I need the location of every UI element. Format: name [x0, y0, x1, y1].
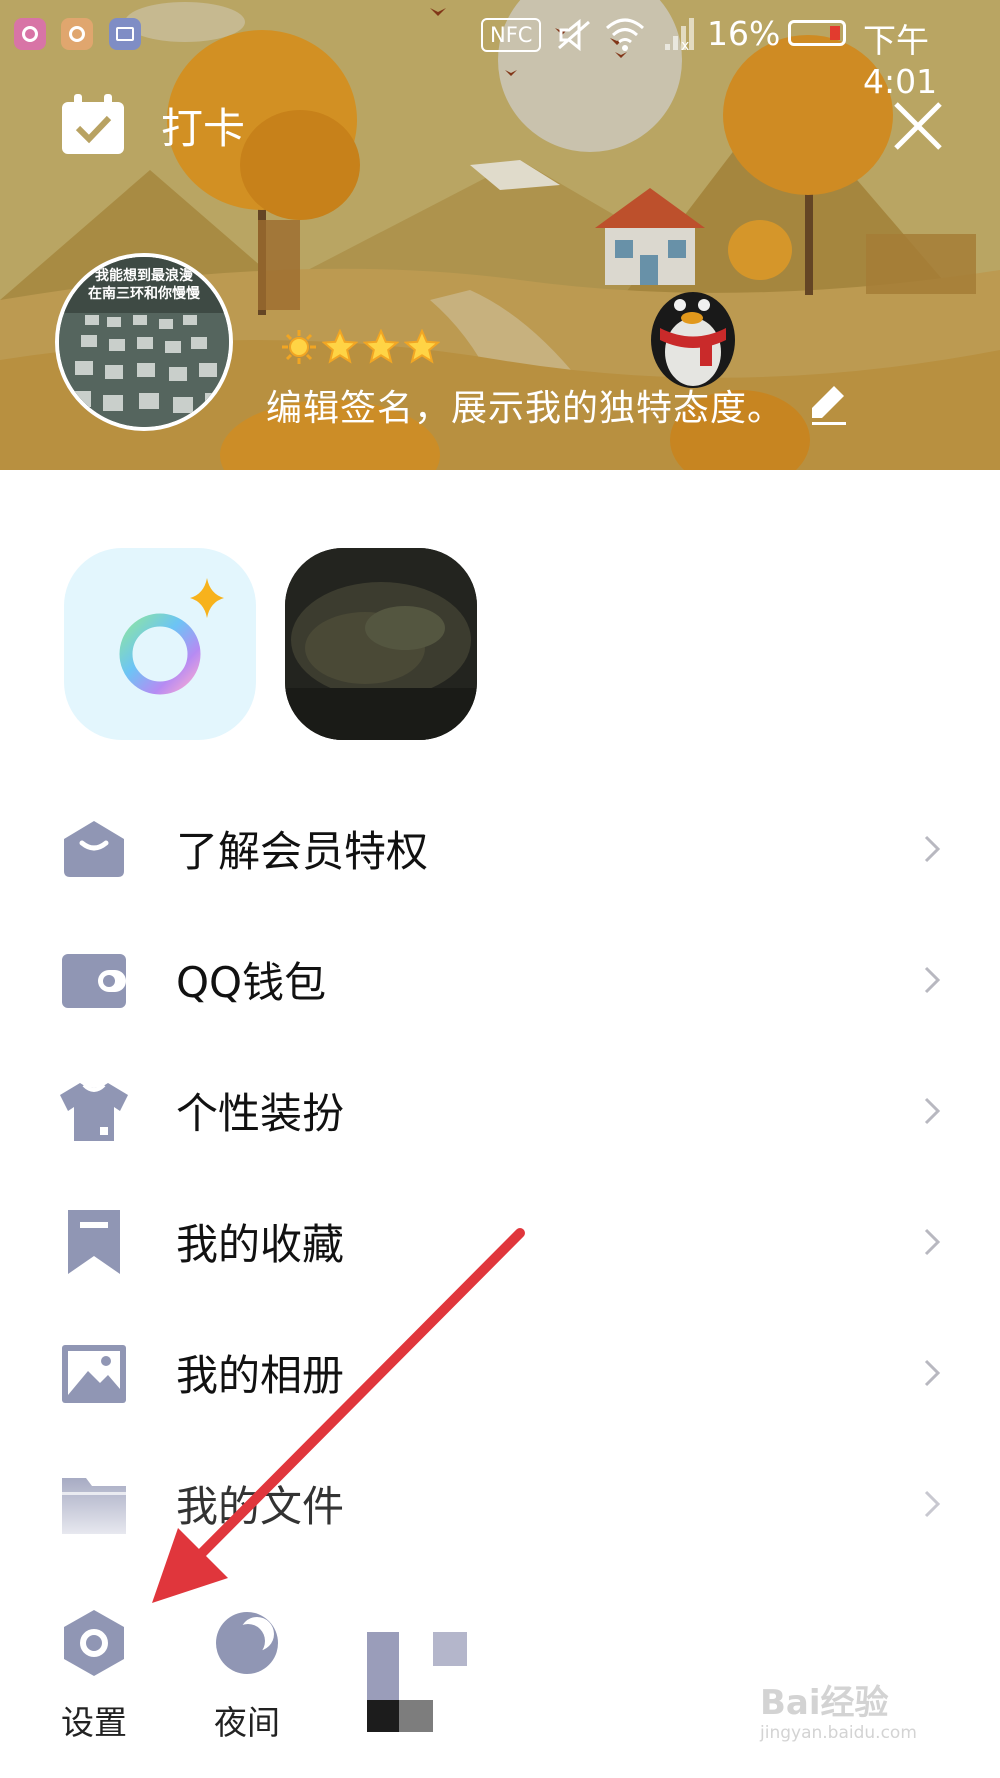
signature-row[interactable]: 编辑签名，展示我的独特态度。	[266, 378, 847, 432]
battery-icon	[788, 20, 846, 46]
night-mode-button[interactable]: 夜间	[199, 1608, 295, 1744]
chevron-right-icon	[924, 1228, 941, 1255]
avatar-caption: 我能想到最浪漫 在南三环和你慢慢	[59, 267, 229, 303]
mosaic-block	[399, 1700, 433, 1732]
wifi-icon	[606, 18, 644, 51]
mosaic-block	[258, 220, 300, 310]
status-bar: NFC x 16% 下午4:01	[0, 0, 1000, 101]
mute-icon	[558, 18, 590, 52]
status-clock: 下午4:01	[863, 21, 938, 101]
chevron-right-icon	[924, 1359, 941, 1386]
signature-text: 编辑签名，展示我的独特态度。	[266, 388, 785, 429]
watermark-url: jingyan.baidu.com	[760, 1723, 917, 1743]
shirt-icon	[58, 1075, 130, 1147]
chevron-right-icon	[924, 966, 941, 993]
moon-icon	[216, 1612, 278, 1674]
side-menu: 了解会员特权 QQ钱包 个性装扮 我的收藏 我的相册 我的文件	[0, 783, 1000, 1569]
star-icon	[322, 329, 358, 364]
gallery-app-icon	[109, 18, 141, 50]
chevron-right-icon	[924, 1490, 941, 1517]
vip-crown-icon	[58, 813, 130, 885]
mosaic-block	[367, 1632, 399, 1700]
mosaic-block	[367, 1700, 399, 1732]
photo-thumbnail	[285, 548, 477, 740]
checkin-button[interactable]: 打卡	[60, 92, 290, 158]
checkin-label: 打卡	[161, 103, 246, 153]
battery-percentage: 16%	[707, 14, 781, 53]
mosaic-block	[866, 234, 976, 294]
menu-item-label: 我的相册	[176, 1351, 345, 1400]
menu-item-vip[interactable]: 了解会员特权	[0, 783, 1000, 914]
menu-item-label: 了解会员特权	[176, 827, 429, 876]
picture-icon	[58, 1337, 130, 1409]
avatar-caption-line: 我能想到最浪漫	[95, 268, 193, 284]
camera-app-icon	[14, 18, 46, 50]
menu-item-theme[interactable]: 个性装扮	[0, 1045, 1000, 1176]
chevron-right-icon	[924, 835, 941, 862]
chevron-right-icon	[924, 1097, 941, 1124]
calendar-check-icon	[62, 94, 124, 154]
nfc-badge: NFC	[481, 18, 542, 52]
photo-tile[interactable]	[285, 548, 477, 740]
menu-item-files[interactable]: 我的文件	[0, 1438, 1000, 1569]
settings-button[interactable]: 设置	[46, 1608, 142, 1744]
edit-pencil-icon	[812, 386, 847, 425]
signal-icon: x	[665, 18, 694, 52]
close-icon[interactable]	[888, 96, 948, 156]
settings-label: 设置	[61, 1703, 127, 1742]
mosaic-block	[433, 1632, 467, 1666]
menu-item-label: 我的文件	[176, 1482, 345, 1531]
watermark-brand: Bai经验	[760, 1683, 889, 1723]
level-badges[interactable]	[281, 329, 440, 367]
menu-item-favorites[interactable]: 我的收藏	[0, 1176, 1000, 1307]
color-ring-icon	[119, 578, 224, 695]
night-label: 夜间	[214, 1703, 280, 1742]
settings-hexagon-icon	[64, 1610, 124, 1676]
sun-icon	[282, 330, 316, 364]
svg-text:x: x	[681, 38, 689, 52]
folder-icon	[58, 1468, 130, 1540]
avatar[interactable]: 我能想到最浪漫 在南三环和你慢慢	[55, 253, 233, 431]
menu-item-album[interactable]: 我的相册	[0, 1307, 1000, 1438]
menu-item-wallet[interactable]: QQ钱包	[0, 914, 1000, 1045]
wallet-icon	[58, 944, 130, 1016]
menu-item-label: 个性装扮	[176, 1089, 345, 1138]
menu-item-label: QQ钱包	[176, 958, 327, 1007]
avatar-caption-line: 在南三环和你慢慢	[88, 286, 200, 302]
profile-header: NFC x 16% 下午4:01 打卡 我能想到最浪漫 在南三环和你慢慢 编辑签…	[0, 0, 1000, 470]
bookmark-icon	[58, 1206, 130, 1278]
star-icon	[363, 329, 399, 364]
ring-app-tile[interactable]	[64, 548, 256, 740]
menu-item-label: 我的收藏	[176, 1220, 345, 1269]
browser-app-icon	[61, 18, 93, 50]
star-icon	[404, 329, 440, 364]
baidu-watermark: Bai经验 jingyan.baidu.com	[760, 1683, 960, 1763]
